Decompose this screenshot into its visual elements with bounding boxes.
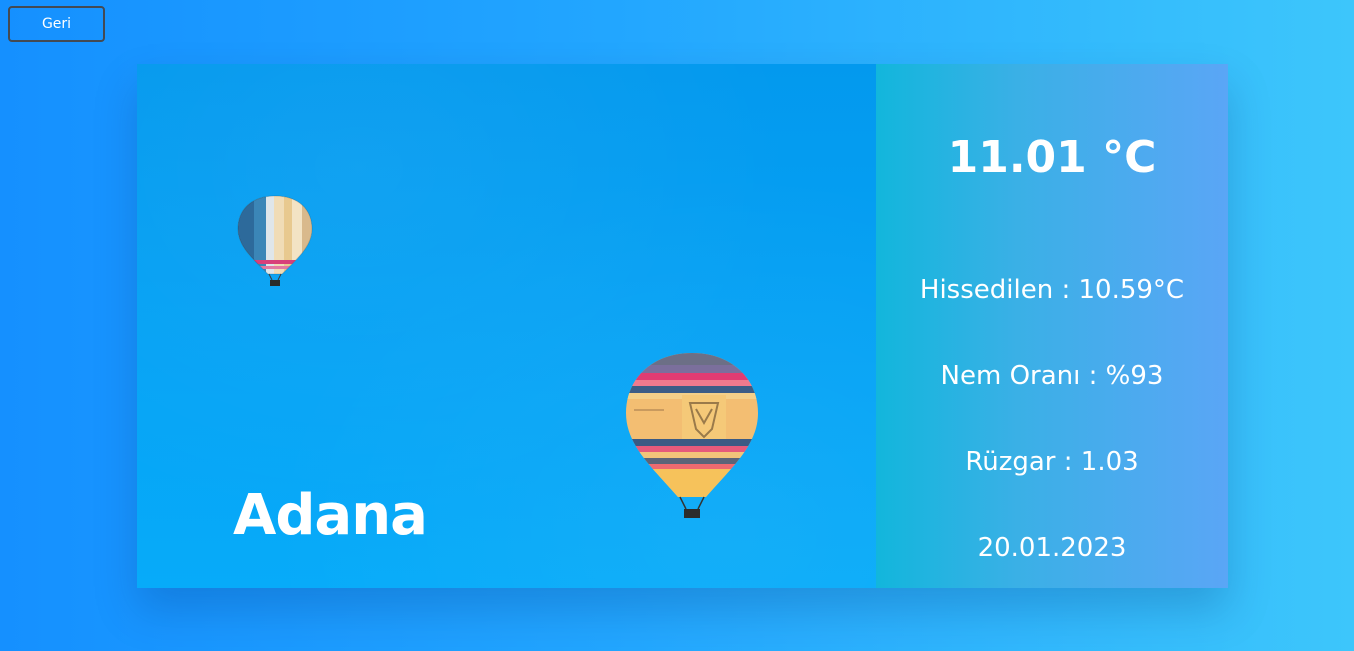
hot-air-balloon-large-icon [626, 353, 758, 518]
feels-like-line: Hissedilen : 10.59°C [876, 273, 1228, 307]
wind-line: Rüzgar : 1.03 [876, 445, 1228, 479]
feels-like-label: Hissedilen [919, 275, 1054, 305]
back-button[interactable]: Geri [8, 6, 105, 42]
date-value: 20.01.2023 [977, 533, 1127, 563]
feels-like-value: 10.59°C [1078, 275, 1185, 305]
feels-like-separator: : [1053, 275, 1079, 305]
city-photo: Adana [137, 64, 876, 588]
hot-air-balloon-small-icon [237, 195, 313, 286]
temperature-value: 11.01 °C [947, 132, 1157, 183]
humidity-line: Nem Oranı : %93 [876, 359, 1228, 393]
humidity-separator: : [1080, 361, 1106, 391]
wind-label: Rüzgar [965, 447, 1056, 477]
city-name: Adana [233, 483, 428, 548]
wind-value: 1.03 [1080, 447, 1139, 477]
weather-info-panel: 11.01 °C Hissedilen : 10.59°C Nem Oranı … [876, 64, 1228, 588]
humidity-label: Nem Oranı [940, 361, 1081, 391]
weather-card: Adana 11.01 °C Hissedilen : 10.59°C Nem … [137, 64, 1228, 588]
wind-separator: : [1055, 447, 1081, 477]
humidity-value: %93 [1105, 361, 1164, 391]
